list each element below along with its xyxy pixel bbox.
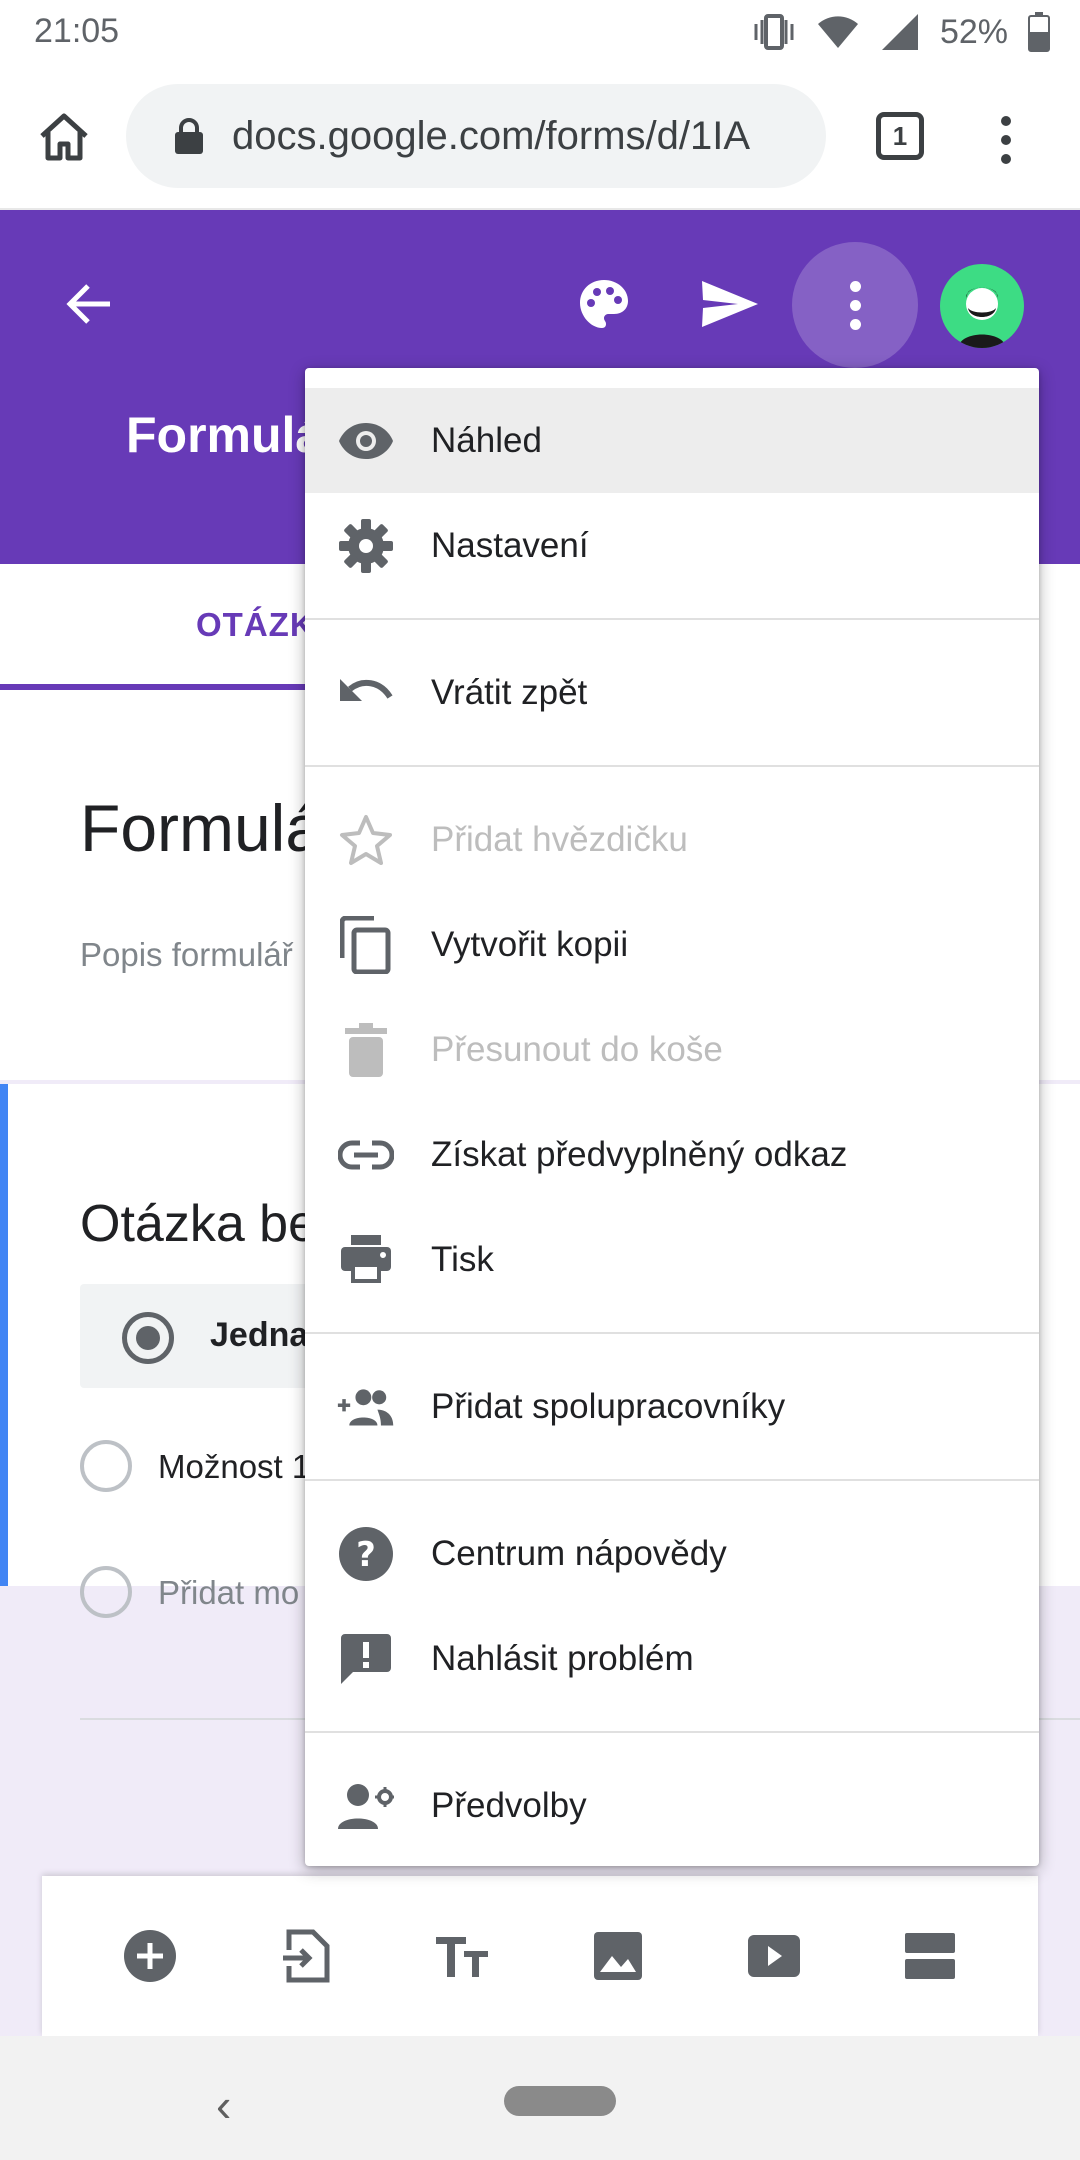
palette-icon (580, 280, 628, 328)
menu-item-add-collaborators[interactable]: Přidat spolupracovníky (305, 1354, 1039, 1459)
home-button[interactable] (32, 104, 96, 168)
add-option-label[interactable]: Přidat mo (158, 1574, 299, 1612)
menu-label: Centrum nápovědy (431, 1533, 727, 1573)
menu-label: Nahlásit problém (431, 1638, 694, 1678)
back-button[interactable] (56, 270, 124, 338)
menu-label: Přidat spolupracovníky (431, 1386, 786, 1426)
undo-icon (337, 664, 395, 722)
url-text: docs.google.com/forms/d/1IA (232, 113, 751, 158)
battery-percent: 52% (939, 12, 1008, 51)
section-icon (905, 1933, 955, 1979)
question-title-input[interactable]: Otázka be (80, 1194, 317, 1254)
battery-icon (1028, 12, 1050, 52)
home-icon (40, 113, 88, 161)
form-toolbar (42, 1876, 1038, 2036)
add-question-button[interactable] (110, 1916, 190, 1996)
send-button[interactable] (696, 272, 764, 336)
menu-label: Předvolby (431, 1785, 587, 1825)
option-label[interactable]: Možnost 1 (158, 1448, 310, 1486)
menu-item-move-to-trash: Přesunout do koše (305, 997, 1039, 1102)
link-icon (337, 1126, 395, 1184)
menu-label: Nastavení (431, 525, 589, 565)
radio-selected-icon (122, 1312, 174, 1364)
header-form-title: Formulá (126, 407, 324, 463)
group-add-icon (337, 1378, 395, 1436)
back-arrow-icon (66, 284, 110, 324)
browser-menu-button[interactable] (990, 108, 1022, 172)
browser-toolbar: docs.google.com/forms/d/1IA 1 (0, 64, 1080, 210)
title-icon (436, 1937, 488, 1977)
add-section-button[interactable] (890, 1916, 970, 1996)
menu-label: Vytvořit kopii (431, 924, 629, 964)
customize-theme-button[interactable] (572, 272, 636, 336)
wifi-icon (817, 16, 858, 48)
menu-item-settings[interactable]: Nastavení (305, 493, 1039, 598)
add-video-button[interactable] (734, 1916, 814, 1996)
video-icon (748, 1935, 800, 1977)
form-title-input[interactable]: Formulá (80, 790, 322, 866)
nav-home-button[interactable] (504, 2086, 616, 2116)
menu-item-add-star: Přidat hvězdičku (305, 787, 1039, 892)
avatar[interactable] (940, 264, 1024, 348)
menu-item-print[interactable]: Tisk (305, 1207, 1039, 1312)
nav-back-button[interactable]: ‹ (216, 2078, 231, 2132)
feedback-icon (337, 1630, 395, 1688)
menu-label: Získat předvyplněný odkaz (431, 1134, 848, 1174)
menu-divider (305, 1332, 1039, 1334)
signal-icon (881, 14, 918, 50)
status-time: 21:05 (34, 12, 120, 50)
menu-divider (305, 1479, 1039, 1481)
menu-item-help-center[interactable]: ? Centrum nápovědy (305, 1501, 1039, 1606)
star-icon (337, 811, 395, 869)
menu-item-undo[interactable]: Vrátit zpět (305, 640, 1039, 745)
menu-item-make-copy[interactable]: Vytvořit kopii (305, 892, 1039, 997)
copy-icon (337, 916, 395, 974)
menu-label: Přidat hvězdičku (431, 819, 688, 859)
menu-item-preferences[interactable]: Předvolby (305, 1753, 1039, 1858)
status-bar: 21:05 52% (0, 0, 1080, 64)
menu-label: Náhled (431, 420, 542, 460)
person-settings-icon (337, 1777, 395, 1835)
menu-label: Vrátit zpět (431, 672, 588, 712)
lock-icon (174, 117, 204, 155)
menu-item-report-problem[interactable]: Nahlásit problém (305, 1606, 1039, 1711)
radio-icon (80, 1440, 132, 1492)
system-nav-bar: ‹ (0, 2036, 1080, 2160)
import-questions-button[interactable] (266, 1916, 346, 1996)
add-image-button[interactable] (578, 1916, 658, 1996)
tab-switcher-button[interactable]: 1 (876, 112, 924, 160)
tab-questions[interactable]: OTÁZK (196, 606, 315, 644)
svg-text:?: ? (356, 1535, 376, 1575)
eye-icon (337, 412, 395, 470)
import-icon (283, 1929, 330, 1983)
address-bar[interactable]: docs.google.com/forms/d/1IA (126, 84, 826, 188)
help-icon: ? (337, 1525, 395, 1583)
trash-icon (337, 1021, 395, 1079)
image-icon (594, 1932, 642, 1980)
menu-label: Přesunout do koše (431, 1029, 723, 1069)
more-options-button[interactable] (792, 242, 918, 368)
menu-divider (305, 618, 1039, 620)
vibrate-icon (754, 14, 794, 50)
menu-divider (305, 1731, 1039, 1733)
menu-item-prefilled-link[interactable]: Získat předvyplněný odkaz (305, 1102, 1039, 1207)
add-title-button[interactable] (422, 1916, 502, 1996)
more-options-menu: Náhled Nastavení Vrátit zpět Přidat hvěz… (305, 368, 1039, 1866)
menu-item-preview[interactable]: Náhled (305, 388, 1039, 493)
gear-icon (337, 517, 395, 575)
radio-icon (80, 1566, 132, 1618)
print-icon (337, 1231, 395, 1289)
menu-divider (305, 765, 1039, 767)
menu-label: Tisk (431, 1239, 494, 1279)
send-icon (702, 281, 758, 327)
question-type-label: Jedna (210, 1316, 309, 1354)
add-circle-icon (124, 1930, 176, 1982)
status-icons: 52% (752, 10, 1050, 54)
form-description-input[interactable]: Popis formulář (80, 936, 293, 974)
